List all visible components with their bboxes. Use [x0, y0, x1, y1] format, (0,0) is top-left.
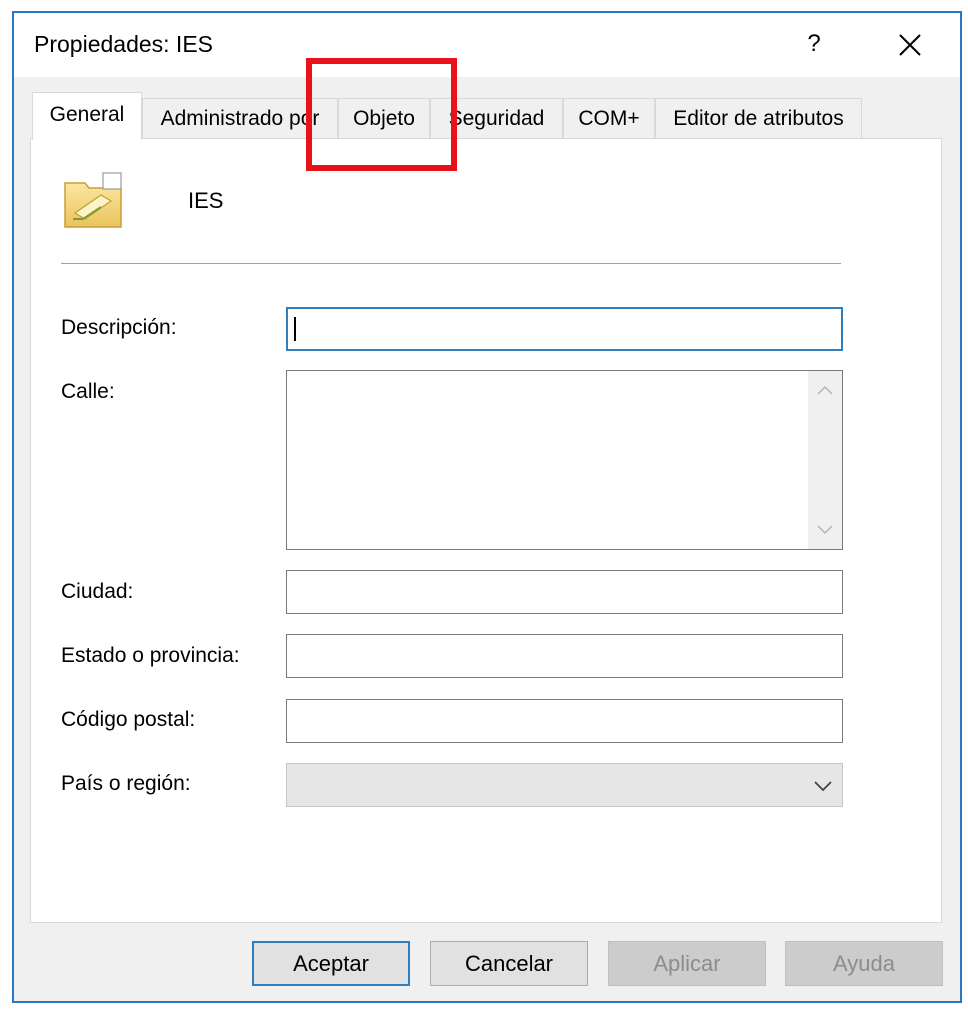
title-bar: Propiedades: IES ?: [14, 13, 960, 77]
codigo-postal-label: Código postal:: [61, 708, 196, 731]
close-button[interactable]: [890, 25, 930, 65]
ciudad-label: Ciudad:: [61, 580, 134, 603]
estado-field[interactable]: [286, 634, 843, 678]
text-caret: [294, 317, 296, 341]
ciudad-field[interactable]: [286, 570, 843, 614]
chevron-up-icon: [817, 385, 833, 395]
aplicar-button[interactable]: Aplicar: [608, 941, 766, 986]
estado-label: Estado o provincia:: [61, 644, 240, 667]
object-name: IES: [188, 188, 224, 213]
aceptar-button[interactable]: Aceptar: [252, 941, 410, 986]
dialog-title: Propiedades: IES: [34, 31, 214, 57]
general-tab-panel: IES Descripción: Calle: Ciudad: Estado o…: [30, 138, 942, 923]
help-button[interactable]: ?: [799, 27, 829, 61]
scroll-down-button[interactable]: [808, 511, 842, 547]
organizational-unit-icon: [61, 169, 127, 231]
pais-label: País o región:: [61, 772, 191, 795]
chevron-down-icon: [812, 776, 834, 796]
calle-label: Calle:: [61, 380, 115, 403]
tab-editor-de-atributos[interactable]: Editor de atributos: [655, 98, 862, 138]
tab-administrado-por[interactable]: Administrado por: [142, 98, 338, 138]
scroll-up-button[interactable]: [808, 373, 842, 409]
close-icon: [899, 34, 921, 56]
chevron-down-icon: [817, 525, 833, 535]
pais-select[interactable]: [286, 763, 843, 807]
codigo-postal-field[interactable]: [286, 699, 843, 743]
descripcion-label: Descripción:: [61, 316, 177, 339]
descripcion-field[interactable]: [286, 307, 843, 351]
properties-dialog: Propiedades: IES ? General Administrado …: [12, 11, 962, 1003]
tab-general[interactable]: General: [32, 92, 142, 140]
tab-com-plus[interactable]: COM+: [563, 98, 655, 138]
calle-textarea[interactable]: [286, 370, 843, 550]
divider: [61, 263, 841, 264]
calle-scrollbar[interactable]: [808, 371, 842, 549]
tab-objeto[interactable]: Objeto: [338, 98, 430, 138]
cancelar-button[interactable]: Cancelar: [430, 941, 588, 986]
ayuda-button[interactable]: Ayuda: [785, 941, 943, 986]
tab-seguridad[interactable]: Seguridad: [430, 98, 563, 138]
